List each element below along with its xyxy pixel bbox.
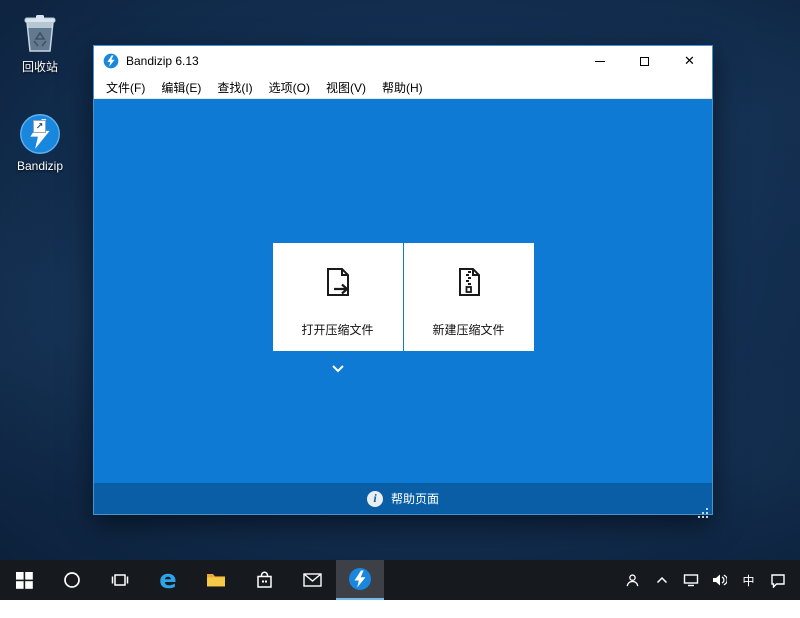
info-icon: i [367, 491, 383, 507]
windows-start-icon [16, 572, 33, 589]
action-center-button[interactable] [763, 560, 792, 600]
file-explorer-button[interactable] [192, 560, 240, 600]
people-icon [625, 573, 640, 588]
bandizip-taskbar-icon [348, 567, 372, 591]
desktop-icon-recycle-bin[interactable]: 回收站 [2, 10, 78, 75]
desktop-icon-label: 回收站 [22, 58, 58, 75]
close-button[interactable]: ✕ [667, 46, 712, 76]
bandizip-window: Bandizip 6.13 ✕ 文件(F) 编辑(E) 查找(I) 选项(O) … [93, 45, 713, 515]
speaker-icon [712, 573, 727, 587]
open-archive-button[interactable]: 打开压缩文件 [273, 243, 403, 351]
show-hidden-icons-button[interactable] [647, 560, 676, 600]
new-archive-icon [447, 263, 491, 307]
maximize-icon [640, 57, 649, 66]
chevron-up-icon [656, 576, 668, 584]
bandizip-titlebar-icon [103, 53, 119, 69]
window-content: 打开压缩文件 新建压缩文件 [94, 99, 712, 483]
input-method-indicator[interactable]: 中 [734, 560, 763, 600]
desktop: 回收站 ↗ Bandizip Bandizip 6.13 ✕ [0, 0, 800, 600]
menu-edit[interactable]: 编辑(E) [153, 76, 209, 99]
task-view-icon [111, 572, 129, 588]
new-archive-label: 新建压缩文件 [432, 321, 504, 338]
start-button[interactable] [0, 560, 48, 600]
network-status-button[interactable] [676, 560, 705, 600]
open-archive-label: 打开压缩文件 [301, 321, 373, 338]
menu-bar: 文件(F) 编辑(E) 查找(I) 选项(O) 视图(V) 帮助(H) [94, 76, 712, 99]
mail-envelope-icon [303, 573, 322, 587]
people-button[interactable] [618, 560, 647, 600]
store-button[interactable] [240, 560, 288, 600]
menu-help[interactable]: 帮助(H) [374, 76, 431, 99]
desktop-icon-label: Bandizip [17, 159, 63, 173]
desktop-icon-bandizip[interactable]: ↗ Bandizip [2, 113, 78, 173]
file-explorer-icon [206, 572, 226, 588]
shortcut-arrow-badge: ↗ [33, 120, 46, 133]
minimize-button[interactable] [577, 46, 622, 76]
recycle-bin-icon [19, 10, 61, 54]
menu-view[interactable]: 视图(V) [318, 76, 374, 99]
taskbar-bandizip-button[interactable] [336, 560, 384, 600]
taskbar-empty-area [384, 560, 618, 600]
window-title: Bandizip 6.13 [126, 54, 577, 68]
open-archive-icon [316, 263, 360, 307]
menu-options[interactable]: 选项(O) [261, 76, 318, 99]
volume-button[interactable] [705, 560, 734, 600]
cortana-circle-icon [63, 571, 81, 589]
cortana-search-button[interactable] [48, 560, 96, 600]
minimize-icon [595, 61, 605, 62]
menu-find[interactable]: 查找(I) [209, 76, 260, 99]
resize-grip[interactable] [706, 508, 708, 510]
menu-file[interactable]: 文件(F) [98, 76, 153, 99]
new-archive-button[interactable]: 新建压缩文件 [404, 243, 534, 351]
task-view-button[interactable] [96, 560, 144, 600]
open-archive-dropdown-chevron-icon[interactable] [331, 364, 345, 373]
title-bar[interactable]: Bandizip 6.13 ✕ [94, 46, 712, 76]
store-bag-icon [256, 571, 273, 589]
action-center-icon [770, 573, 786, 588]
edge-icon: e [159, 567, 177, 593]
maximize-button[interactable] [622, 46, 667, 76]
help-page-label: 帮助页面 [391, 490, 439, 507]
network-ethernet-icon [683, 573, 699, 587]
help-page-button[interactable]: i 帮助页面 [94, 483, 712, 514]
mail-button[interactable] [288, 560, 336, 600]
edge-browser-button[interactable]: e [144, 560, 192, 600]
taskbar: e [0, 560, 800, 600]
